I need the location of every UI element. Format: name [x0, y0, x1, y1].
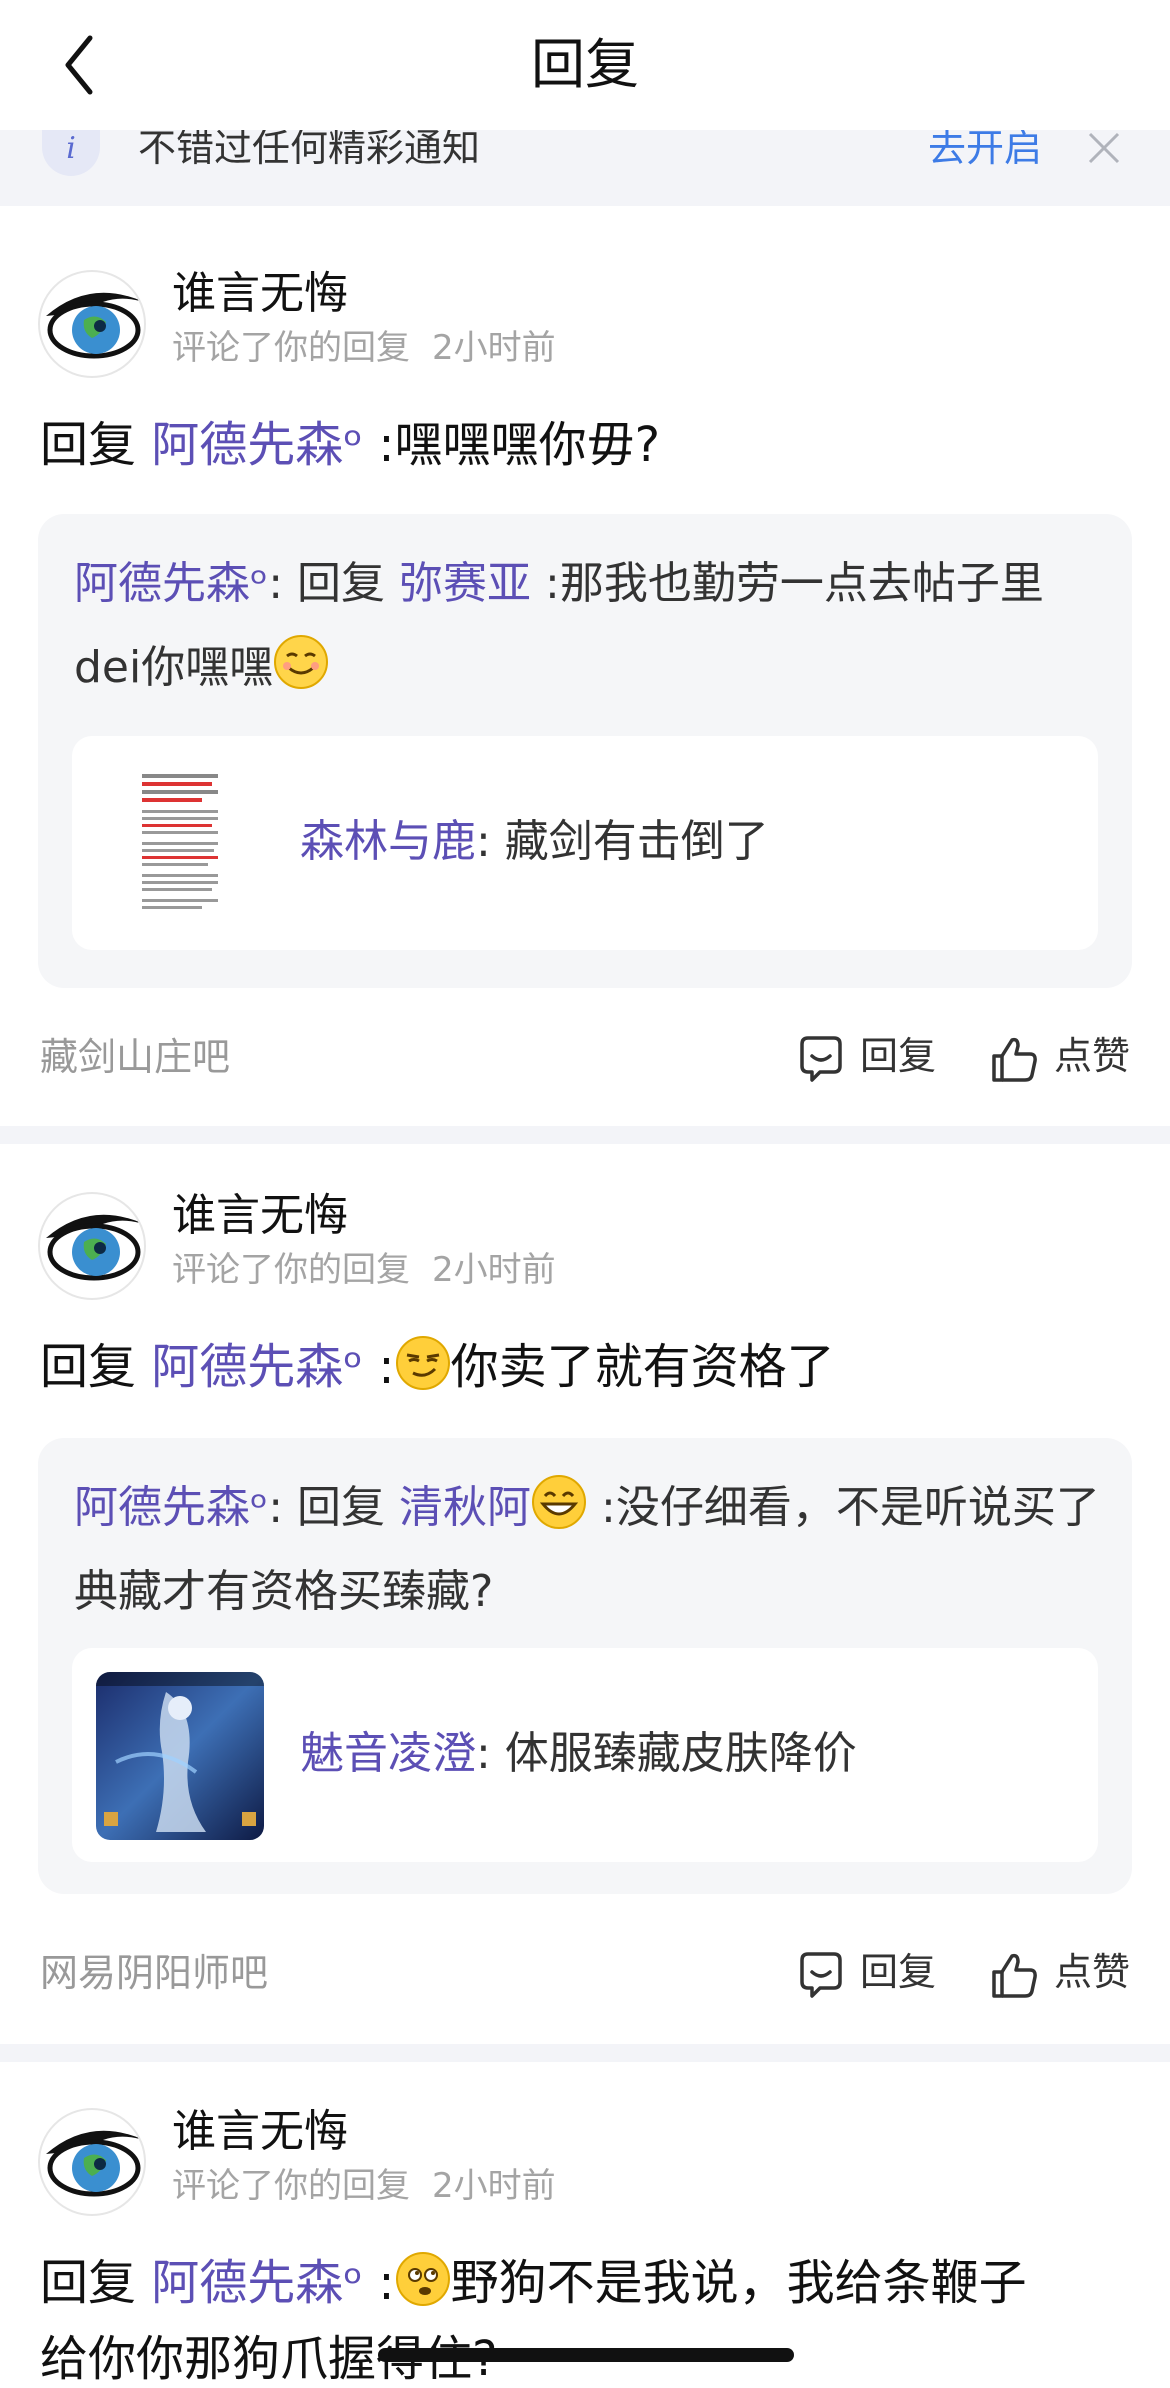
mention-link[interactable]: 阿德先森ᵒ: [151, 2255, 363, 2311]
reply-prefix: 回复: [40, 1339, 137, 1395]
like-label: 点赞: [1054, 1034, 1131, 1078]
username[interactable]: 谁言无悔: [172, 266, 348, 322]
comment-meta: 评论了你的回复 2小时前: [172, 2164, 556, 2208]
timestamp: 2小时前: [432, 2166, 556, 2206]
avatar[interactable]: [38, 2108, 146, 2216]
card-separator: [0, 1126, 1170, 1144]
card-footer: 藏剑山庄吧 回复 点赞: [0, 1026, 1170, 1090]
quoted-text: 阿德先森ᵒ: 回复 清秋阿 :没仔细看，不是听说买了典藏才有资格买臻藏?: [74, 1466, 1104, 1634]
post-thumbnail: [96, 1672, 264, 1840]
reply-button[interactable]: 回复: [796, 1942, 946, 2006]
post-title: 森林与鹿: 藏剑有击倒了: [300, 814, 769, 870]
post-title-text: : 体服臻藏皮肤降价: [476, 1728, 857, 1779]
card-footer: 网易阴阳师吧 回复 点赞: [0, 1942, 1170, 2006]
card-separator: [0, 2044, 1170, 2062]
reply-text[interactable]: 回复 阿德先森ᵒ : 野狗不是我说，我给条鞭子: [40, 2248, 1027, 2318]
post-author-link[interactable]: 森林与鹿: [300, 816, 476, 867]
reply-body: 你卖了就有资格了: [450, 1339, 835, 1395]
mention-link[interactable]: 阿德先森ᵒ: [151, 417, 363, 473]
home-indicator[interactable]: [378, 2348, 794, 2362]
reply-card: 谁言无悔 评论了你的回复 2小时前 回复 阿德先森ᵒ :嘿嘿嘿你毋? 阿德先森ᵒ:…: [0, 206, 1170, 1126]
mention-link[interactable]: 阿德先森ᵒ: [151, 1339, 363, 1395]
action-text: 评论了你的回复: [172, 1250, 410, 1290]
post-title: 魅音凌澄: 体服臻藏皮肤降价: [300, 1726, 857, 1782]
reply-text[interactable]: 回复 阿德先森ᵒ : 你卖了就有资格了: [40, 1332, 835, 1402]
reply-button[interactable]: 回复: [796, 1026, 946, 1090]
quoted-reply[interactable]: 阿德先森ᵒ: 回复 弥赛亚 :那我也勤劳一点去帖子里dei你嘿嘿 森林与鹿: 藏…: [38, 514, 1132, 988]
quote-target-link[interactable]: 清秋阿: [399, 1482, 531, 1533]
like-label: 点赞: [1054, 1950, 1131, 1994]
page-title: 回复: [531, 33, 639, 96]
close-icon[interactable]: [1086, 130, 1122, 166]
thumbs-up-icon: [992, 1953, 1037, 1998]
comment-icon: [800, 1036, 842, 1082]
original-post-card[interactable]: 森林与鹿: 藏剑有击倒了: [72, 736, 1098, 950]
quoted-text: 阿德先森ᵒ: 回复 弥赛亚 :那我也勤劳一点去帖子里dei你嘿嘿: [74, 542, 1104, 710]
notification-text: 不错过任何精彩通知: [138, 126, 481, 170]
comment-meta: 评论了你的回复 2小时前: [172, 1248, 556, 1292]
quote-target-link[interactable]: 弥赛亚: [399, 558, 531, 609]
post-thumbnail: [96, 760, 264, 928]
quote-author-link[interactable]: 阿德先森ᵒ: [74, 558, 268, 609]
comment-meta: 评论了你的回复 2小时前: [172, 326, 556, 370]
thumbs-up-icon: [992, 1037, 1037, 1082]
quoted-reply[interactable]: 阿德先森ᵒ: 回复 清秋阿 :没仔细看，不是听说买了典藏才有资格买臻藏? 魅音凌…: [38, 1438, 1132, 1894]
post-author-link[interactable]: 魅音凌澄: [300, 1728, 476, 1779]
post-title-text: : 藏剑有击倒了: [476, 816, 769, 867]
notification-banner: i 不错过任何精彩通知 去开启: [0, 126, 1170, 206]
action-text: 评论了你的回复: [172, 2166, 410, 2206]
reply-label: 回复: [860, 1950, 937, 1994]
forum-name[interactable]: 网易阴阳师吧: [40, 1948, 268, 1998]
reply-body: :嘿嘿嘿你毋?: [378, 417, 661, 473]
reply-label: 回复: [860, 1034, 937, 1078]
username[interactable]: 谁言无悔: [172, 2104, 348, 2160]
reply-prefix: 回复: [40, 417, 137, 473]
enable-notifications-link[interactable]: 去开启: [928, 129, 1042, 167]
reply-prefix: 回复: [40, 2255, 137, 2311]
like-button[interactable]: 点赞: [990, 1026, 1140, 1090]
username[interactable]: 谁言无悔: [172, 1188, 348, 1244]
like-button[interactable]: 点赞: [990, 1942, 1140, 2006]
quote-mid: : 回复: [268, 558, 386, 609]
action-text: 评论了你的回复: [172, 328, 410, 368]
timestamp: 2小时前: [432, 1250, 556, 1290]
avatar[interactable]: [38, 270, 146, 378]
reply-text[interactable]: 回复 阿德先森ᵒ :嘿嘿嘿你毋?: [40, 410, 660, 480]
grinning-face-emoji-icon: [532, 1475, 587, 1529]
comment-icon: [800, 1952, 842, 1998]
navigation-bar: 回复: [0, 0, 1170, 130]
original-post-card[interactable]: 魅音凌澄: 体服臻藏皮肤降价: [72, 1648, 1098, 1862]
quote-mid: : 回复: [268, 1482, 386, 1533]
timestamp: 2小时前: [432, 328, 556, 368]
info-icon: i: [42, 130, 100, 176]
smirk-emoji-icon: [395, 1336, 450, 1390]
avatar[interactable]: [38, 1192, 146, 1300]
reply-body: 野狗不是我说，我给条鞭子: [450, 2255, 1027, 2311]
reply-card: 谁言无悔 评论了你的回复 2小时前 回复 阿德先森ᵒ : 你卖了就有资格了 阿德先森…: [0, 1144, 1170, 2044]
quote-author-link[interactable]: 阿德先森ᵒ: [74, 1482, 268, 1533]
forum-name[interactable]: 藏剑山庄吧: [40, 1032, 230, 1082]
reply-card: 谁言无悔 评论了你的回复 2小时前 回复 阿德先森ᵒ : 野狗不是我说，我给条鞭子 …: [0, 2062, 1170, 2388]
confused-face-emoji-icon: [395, 2252, 450, 2306]
smiling-face-emoji-icon: [274, 635, 329, 689]
